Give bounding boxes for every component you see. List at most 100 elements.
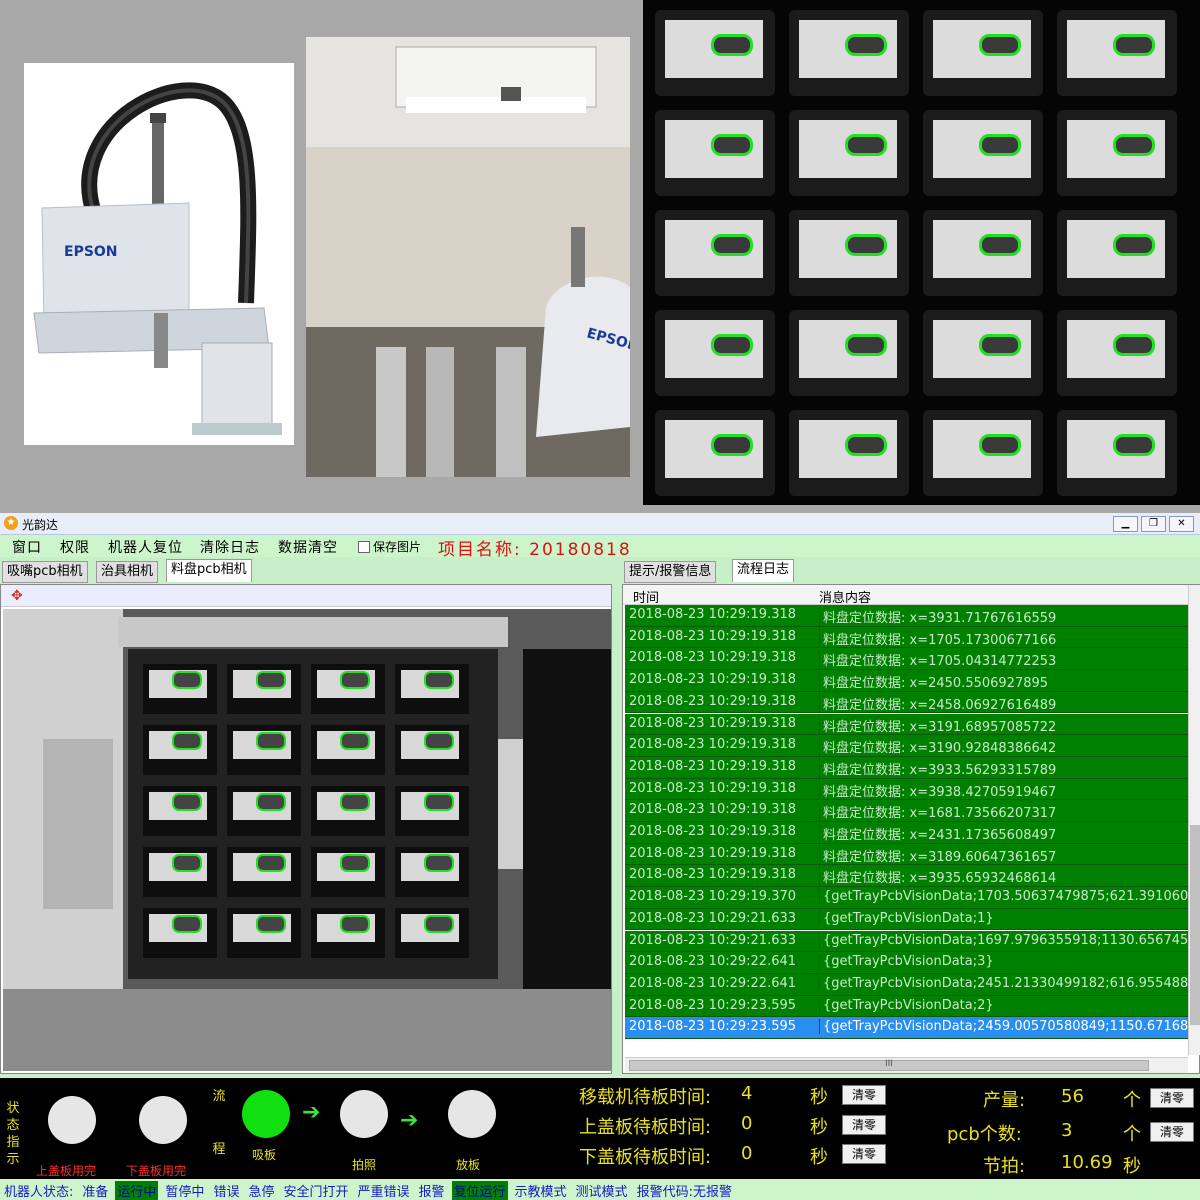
camera-image[interactable] (3, 609, 611, 1071)
save-image-checkbox[interactable]: 保存图片 (358, 538, 421, 555)
log-row[interactable]: 2018-08-23 10:29:23.595 {getTrayPcbVision… (625, 995, 1188, 1018)
menu-clear-log[interactable]: 清除日志 (200, 537, 260, 557)
log-row[interactable]: 2018-08-23 10:29:19.318 料盘定位数据: x=3190.92… (625, 735, 1188, 757)
tray-pocket (789, 410, 909, 496)
detection-outline (845, 134, 887, 156)
cover-top-empty-label: 上盖板用完 (36, 1164, 97, 1178)
log-message: {getTrayPcbVisionData;2459.00570580849;1… (819, 1019, 1188, 1035)
pcb-board (799, 320, 897, 378)
log-message: 料盘定位数据: x=1705.17300677166 (819, 628, 1056, 648)
detection-outline (711, 234, 753, 256)
robot-state-item: 安全门打开 (283, 1185, 349, 1200)
top-cover-wait-value: 0 (741, 1113, 753, 1134)
bottom-cover-wait-value: 0 (741, 1143, 753, 1164)
detection-outline (979, 334, 1021, 356)
minimize-icon[interactable]: ▁ (1113, 516, 1138, 532)
log-time: 2018-08-23 10:29:19.318 (629, 758, 797, 774)
tray-pocket (923, 310, 1043, 396)
output-value: 56 (1061, 1086, 1084, 1107)
close-icon[interactable]: ✕ (1169, 516, 1194, 532)
pcb-board (1067, 20, 1165, 78)
log-row[interactable]: 2018-08-23 10:29:19.318 料盘定位数据: x=3189.60… (625, 843, 1188, 866)
log-row[interactable]: 2018-08-23 10:29:19.318 料盘定位数据: x=3191.68… (625, 713, 1188, 736)
menu-window[interactable]: 窗口 (12, 537, 42, 557)
tab-fixture-camera[interactable]: 治具相机 (96, 561, 159, 583)
tab-alarm-info[interactable]: 提示/报警信息 (624, 561, 717, 583)
log-row[interactable]: 2018-08-23 10:29:19.318 料盘定位数据: x=2431.17… (625, 822, 1188, 844)
log-row[interactable]: 2018-08-23 10:29:19.318 料盘定位数据: x=3935.65… (625, 865, 1188, 888)
log-row[interactable]: 2018-08-23 10:29:22.641 {getTrayPcbVision… (625, 973, 1188, 996)
log-panel: 时间 消息内容 2018-08-23 10:29:19.318 料盘定位数据: x… (622, 584, 1200, 1074)
pcb-board (799, 220, 897, 278)
checkbox-icon[interactable] (358, 541, 370, 553)
log-time: 2018-08-23 10:29:19.318 (629, 737, 797, 753)
menu-robot-reset[interactable]: 机器人复位 (108, 537, 183, 557)
project-label: 项目名称: (438, 540, 522, 560)
camera-toolbar: ✥ (1, 585, 611, 607)
log-row[interactable]: 2018-08-23 10:29:21.633 {getTrayPcbVision… (625, 930, 1188, 953)
pcb-board (933, 120, 1031, 178)
app-window: ★ 光韵达 ▁ ❐ ✕ 窗口 权限 机器人复位 清除日志 数据清空 保存图片 项… (0, 513, 1200, 1200)
detection-outline (845, 434, 887, 456)
clear-bottom-cover-wait-button[interactable]: 清零 (842, 1144, 886, 1164)
log-horizontal-scrollbar[interactable]: III (625, 1057, 1188, 1073)
log-row[interactable]: 2018-08-23 10:29:19.318 料盘定位数据: x=2458.06… (625, 691, 1188, 714)
pan-tool-icon[interactable]: ✥ (11, 588, 23, 604)
project-name: 项目名称: 20180818 (438, 535, 632, 560)
log-row[interactable]: 2018-08-23 10:29:19.318 料盘定位数据: x=1705.04… (625, 648, 1188, 671)
scara-robot-photo: EPSON (24, 63, 294, 445)
robot-state-item: 急停 (248, 1185, 275, 1200)
menu-clear-data[interactable]: 数据清空 (278, 537, 338, 557)
tab-tray-camera[interactable]: 料盘pcb相机 (166, 559, 252, 582)
tab-process-log[interactable]: 流程日志 (732, 559, 795, 582)
log-row[interactable]: 2018-08-23 10:29:19.318 料盘定位数据: x=3938.42… (625, 778, 1188, 801)
log-time: 2018-08-23 10:29:23.595 (629, 1019, 797, 1035)
log-time: 2018-08-23 10:29:19.318 (629, 780, 797, 796)
log-col-time[interactable]: 时间 (633, 587, 659, 606)
log-row[interactable]: 2018-08-23 10:29:21.633 {getTrayPcbVision… (625, 908, 1188, 931)
detection-outline (340, 671, 370, 689)
log-row[interactable]: 2018-08-23 10:29:19.318 料盘定位数据: x=3931.71… (625, 605, 1188, 627)
log-time: 2018-08-23 10:29:19.318 (629, 802, 797, 818)
log-row[interactable]: 2018-08-23 10:29:22.641 {getTrayPcbVision… (625, 952, 1188, 974)
log-row[interactable]: 2018-08-23 10:29:19.318 料盘定位数据: x=3933.56… (625, 756, 1188, 779)
log-row[interactable]: 2018-08-23 10:29:19.318 料盘定位数据: x=2450.55… (625, 670, 1188, 692)
epson-logo: EPSON (64, 244, 118, 260)
log-col-message[interactable]: 消息内容 (819, 587, 871, 606)
clear-pcb-count-button[interactable]: 清零 (1150, 1122, 1194, 1142)
hscroll-thumb[interactable]: III (629, 1059, 1149, 1071)
detection-outline (1113, 134, 1155, 156)
log-message: {getTrayPcbVisionData;1703.50637479875;6… (819, 889, 1188, 905)
robot-state-item: 示教模式 (514, 1185, 567, 1200)
menu-permission[interactable]: 权限 (60, 537, 90, 557)
transfer-wait-unit: 秒 (810, 1087, 828, 1108)
log-time: 2018-08-23 10:29:19.318 (629, 607, 797, 622)
log-row[interactable]: 2018-08-23 10:29:19.370 {getTrayPcbVision… (625, 887, 1188, 909)
clear-transfer-wait-button[interactable]: 清零 (842, 1085, 886, 1105)
arrow-right-icon: ➔ (400, 1108, 419, 1133)
log-row[interactable]: 2018-08-23 10:29:19.318 料盘定位数据: x=1705.17… (625, 626, 1188, 649)
pcb-board (799, 120, 897, 178)
maximize-icon[interactable]: ❐ (1141, 516, 1166, 532)
detection-outline (1113, 434, 1155, 456)
clear-output-button[interactable]: 清零 (1150, 1088, 1194, 1108)
log-row[interactable]: 2018-08-23 10:29:23.595 {getTrayPcbVision… (625, 1017, 1188, 1039)
camera-panel: ✥ (0, 584, 612, 1074)
tray-pocket (789, 110, 909, 196)
photo-label: 拍照 (352, 1158, 377, 1172)
scroll-thumb[interactable] (1190, 825, 1200, 1025)
detection-outline (1113, 334, 1155, 356)
status-panel: 状态指示 流程 ➔ ➔ 上盖板用完 下盖板用完 吸板 拍照 放板 移载机待板时间… (0, 1078, 1200, 1183)
tray-pocket (655, 110, 775, 196)
clear-top-cover-wait-button[interactable]: 清零 (842, 1115, 886, 1135)
menu-bar: 窗口 权限 机器人复位 清除日志 数据清空 保存图片 项目名称: 2018081… (0, 535, 1200, 560)
log-message: 料盘定位数据: x=2431.17365608497 (819, 824, 1056, 843)
log-time: 2018-08-23 10:29:19.318 (629, 715, 797, 731)
detection-outline (979, 434, 1021, 456)
log-message: {getTrayPcbVisionData;2} (819, 997, 994, 1013)
log-vertical-scrollbar[interactable] (1188, 585, 1200, 1055)
tray-top-rail (118, 617, 508, 647)
log-message: 料盘定位数据: x=2450.5506927895 (819, 672, 1048, 691)
tab-nozzle-camera[interactable]: 吸嘴pcb相机 (2, 561, 88, 583)
log-row[interactable]: 2018-08-23 10:29:19.318 料盘定位数据: x=1681.73… (625, 800, 1188, 822)
